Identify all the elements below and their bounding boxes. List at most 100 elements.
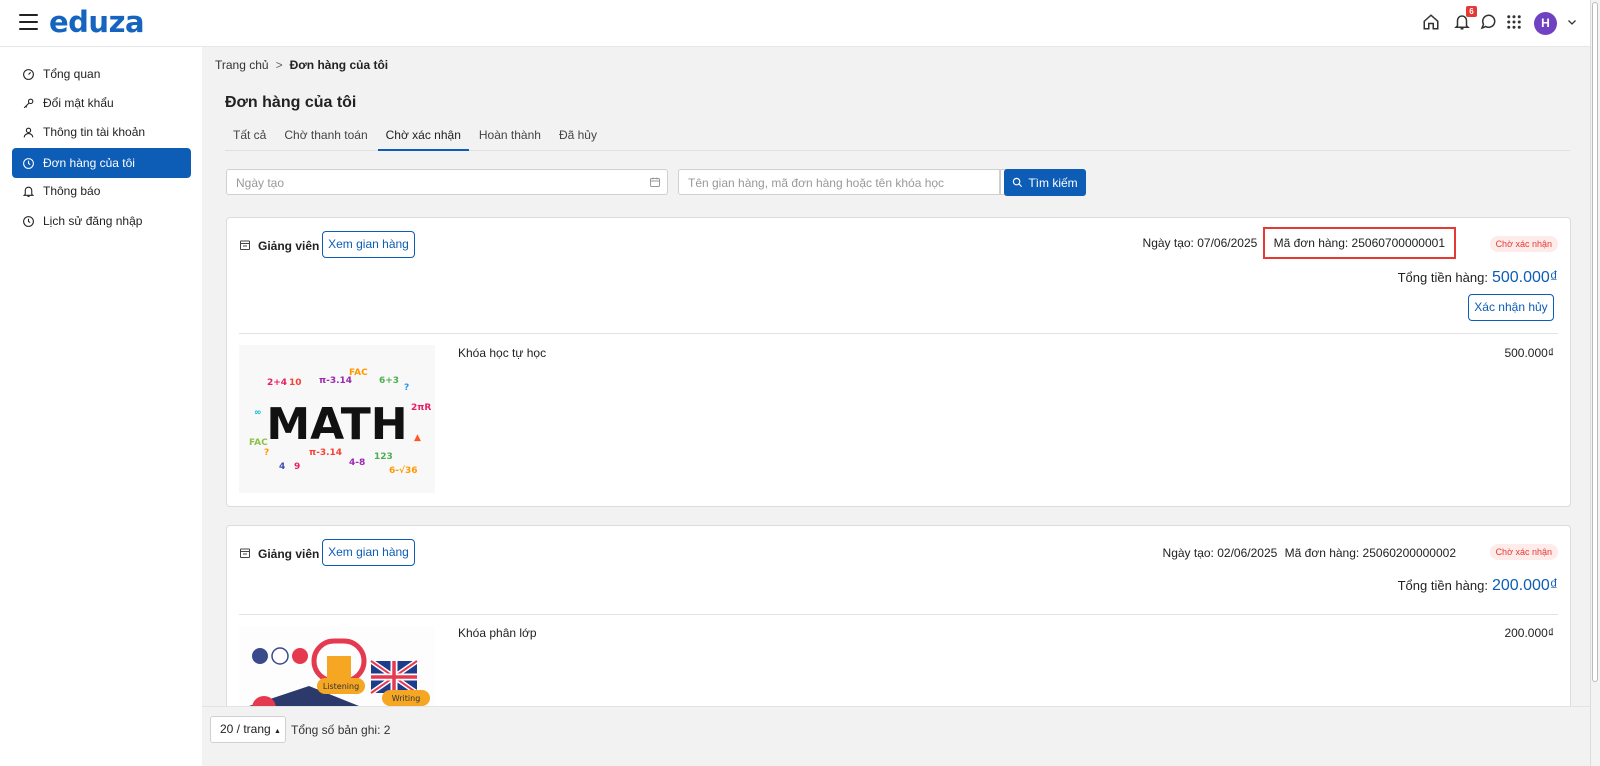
thumbnail-text: MATH — [266, 399, 407, 450]
date-placeholder: Ngày tạo — [236, 176, 285, 190]
sidebar-item-change-password[interactable]: Đổi mật khẩu — [12, 88, 191, 118]
divider — [239, 333, 1558, 334]
order-status-tabs: Tất cả Chờ thanh toán Chờ xác nhận Hoàn … — [225, 125, 1570, 151]
svg-text:2+4: 2+4 — [267, 378, 287, 388]
search-input[interactable]: Tên gian hàng, mã đơn hàng hoặc tên khóa… — [678, 169, 1000, 195]
main-content: Trang chủ > Đơn hàng của tôi Đơn hàng củ… — [202, 47, 1590, 766]
total-label: Tổng tiền hàng: — [1397, 270, 1488, 285]
notification-badge: 6 — [1466, 6, 1477, 17]
store-icon — [240, 240, 250, 250]
menu-icon[interactable] — [19, 14, 38, 30]
view-shop-button[interactable]: Xem gian hàng — [322, 231, 415, 258]
tab-all[interactable]: Tất cả — [225, 125, 274, 151]
sidebar-item-label: Đổi mật khẩu — [43, 96, 114, 110]
course-name: Khóa phân lớp — [458, 626, 537, 640]
avatar[interactable]: H — [1534, 12, 1557, 35]
search-button-label: Tìm kiếm — [1028, 175, 1078, 190]
chevron-down-icon[interactable] — [1566, 16, 1578, 28]
logo[interactable]: eduza — [49, 5, 145, 39]
order-total: Tổng tiền hàng: 200.000₫ — [1398, 577, 1558, 595]
course-thumbnail: 2+4 10 π-3.14 FAC 6+3 ? ∞ 2πR FAC ▲ 4 9 … — [239, 345, 435, 493]
pagination-footer: 20 / trang ▲ Tổng số bản ghi: 2 — [202, 706, 1590, 766]
math-illustration: 2+4 10 π-3.14 FAC 6+3 ? ∞ 2πR FAC ▲ 4 9 … — [239, 345, 435, 493]
sidebar-item-login-history[interactable]: Lịch sử đăng nhập — [12, 206, 191, 236]
course-name: Khóa học tự học — [458, 346, 547, 360]
breadcrumb: Trang chủ > Đơn hàng của tôi — [215, 58, 388, 72]
status-badge: Chờ xác nhận — [1489, 544, 1558, 560]
shop-name: Giảng viên — [258, 547, 320, 561]
date-picker-input[interactable]: Ngày tạo — [226, 169, 668, 195]
thumbnail-label-listening: Listening — [323, 682, 359, 691]
dashboard-icon — [23, 68, 34, 80]
order-meta: Ngày tạo: 07/06/2025 Mã đơn hàng: 250607… — [1143, 227, 1456, 259]
svg-text:π-3.14: π-3.14 — [319, 376, 352, 386]
search-placeholder: Tên gian hàng, mã đơn hàng hoặc tên khóa… — [688, 176, 945, 190]
bell-icon — [22, 186, 35, 197]
search-icon — [1013, 177, 1023, 188]
home-icon[interactable] — [1422, 13, 1440, 31]
order-meta: Ngày tạo: 02/06/2025 Mã đơn hàng: 250602… — [1163, 546, 1456, 560]
breadcrumb-current: Đơn hàng của tôi — [289, 58, 389, 72]
svg-text:FAC: FAC — [249, 438, 268, 448]
svg-text:123: 123 — [374, 452, 393, 462]
sidebar-item-label: Thông báo — [43, 184, 101, 198]
svg-text:4-8: 4-8 — [349, 458, 365, 468]
svg-text:?: ? — [404, 383, 409, 393]
order-total: Tổng tiền hàng: 500.000₫ — [1398, 269, 1558, 287]
user-icon — [23, 127, 34, 137]
svg-text:4: 4 — [279, 462, 285, 472]
caret-up-icon: ▲ — [274, 728, 281, 735]
tab-completed[interactable]: Hoàn thành — [471, 125, 549, 151]
svg-text:9: 9 — [294, 462, 300, 472]
svg-text:6+3: 6+3 — [379, 376, 399, 386]
course-price: 500.000₫ — [1504, 346, 1554, 360]
status-badge: Chờ xác nhận — [1489, 236, 1558, 252]
tab-cancelled[interactable]: Đã hủy — [551, 125, 605, 151]
view-shop-button[interactable]: Xem gian hàng — [322, 539, 415, 566]
breadcrumb-separator: > — [275, 58, 283, 72]
sidebar-item-overview[interactable]: Tổng quan — [12, 59, 191, 89]
divider — [239, 614, 1558, 615]
thumbnail-label-writing: Writing — [392, 694, 421, 703]
store-icon — [240, 548, 250, 558]
tab-pending-confirmation[interactable]: Chờ xác nhận — [377, 125, 469, 151]
order-code: Mã đơn hàng: 25060700000001 — [1262, 227, 1456, 259]
order-card: Giảng viên Xem gian hàng Ngày tạo: 07/06… — [226, 217, 1571, 507]
page-size-value: 20 / trang — [220, 722, 271, 736]
apps-grid-icon[interactable] — [1505, 13, 1523, 31]
sidebar-item-account-info[interactable]: Thông tin tài khoản — [12, 117, 191, 147]
scrollbar-thumb[interactable] — [1592, 2, 1598, 682]
clock-icon — [23, 157, 34, 169]
order-created-date: Ngày tạo: 07/06/2025 — [1142, 236, 1258, 250]
confirm-cancel-button[interactable]: Xác nhận hủy — [1468, 294, 1554, 321]
chat-icon[interactable] — [1479, 13, 1497, 31]
page-size-select[interactable]: 20 / trang ▲ — [210, 716, 286, 743]
top-header: eduza 6 H — [0, 0, 1590, 47]
sidebar-item-label: Tổng quan — [43, 67, 101, 81]
key-icon — [23, 98, 34, 108]
sidebar-item-my-orders[interactable]: Đơn hàng của tôi — [12, 148, 191, 178]
search-button[interactable]: Tìm kiếm — [1004, 169, 1086, 196]
shop-name: Giảng viên — [258, 239, 320, 253]
sidebar: Tổng quan Đổi mật khẩu Thông tin tài kho… — [0, 47, 202, 766]
order-code: Mã đơn hàng: 25060200000002 — [1284, 546, 1456, 560]
calendar-icon — [650, 177, 660, 187]
sidebar-item-notifications[interactable]: Thông báo — [12, 176, 191, 206]
total-label: Tổng tiền hàng: — [1397, 578, 1488, 593]
sidebar-item-label: Đơn hàng của tôi — [43, 156, 135, 170]
history-icon — [23, 215, 34, 227]
tab-pending-payment[interactable]: Chờ thanh toán — [276, 125, 375, 151]
breadcrumb-home[interactable]: Trang chủ — [215, 58, 269, 72]
sidebar-item-label: Thông tin tài khoản — [43, 125, 146, 139]
page-title: Đơn hàng của tôi — [225, 94, 357, 111]
course-price: 200.000₫ — [1504, 626, 1554, 640]
svg-text:∞: ∞ — [254, 408, 262, 418]
svg-text:FAC: FAC — [349, 368, 368, 378]
total-amount: 500.000₫ — [1491, 269, 1558, 286]
sidebar-item-label: Lịch sử đăng nhập — [43, 214, 143, 228]
order-created-date: Ngày tạo: 02/06/2025 — [1162, 546, 1278, 560]
svg-text:2πR: 2πR — [411, 403, 431, 413]
svg-text:▲: ▲ — [414, 433, 421, 443]
svg-text:6-√36: 6-√36 — [389, 465, 418, 476]
svg-text:10: 10 — [289, 378, 302, 388]
